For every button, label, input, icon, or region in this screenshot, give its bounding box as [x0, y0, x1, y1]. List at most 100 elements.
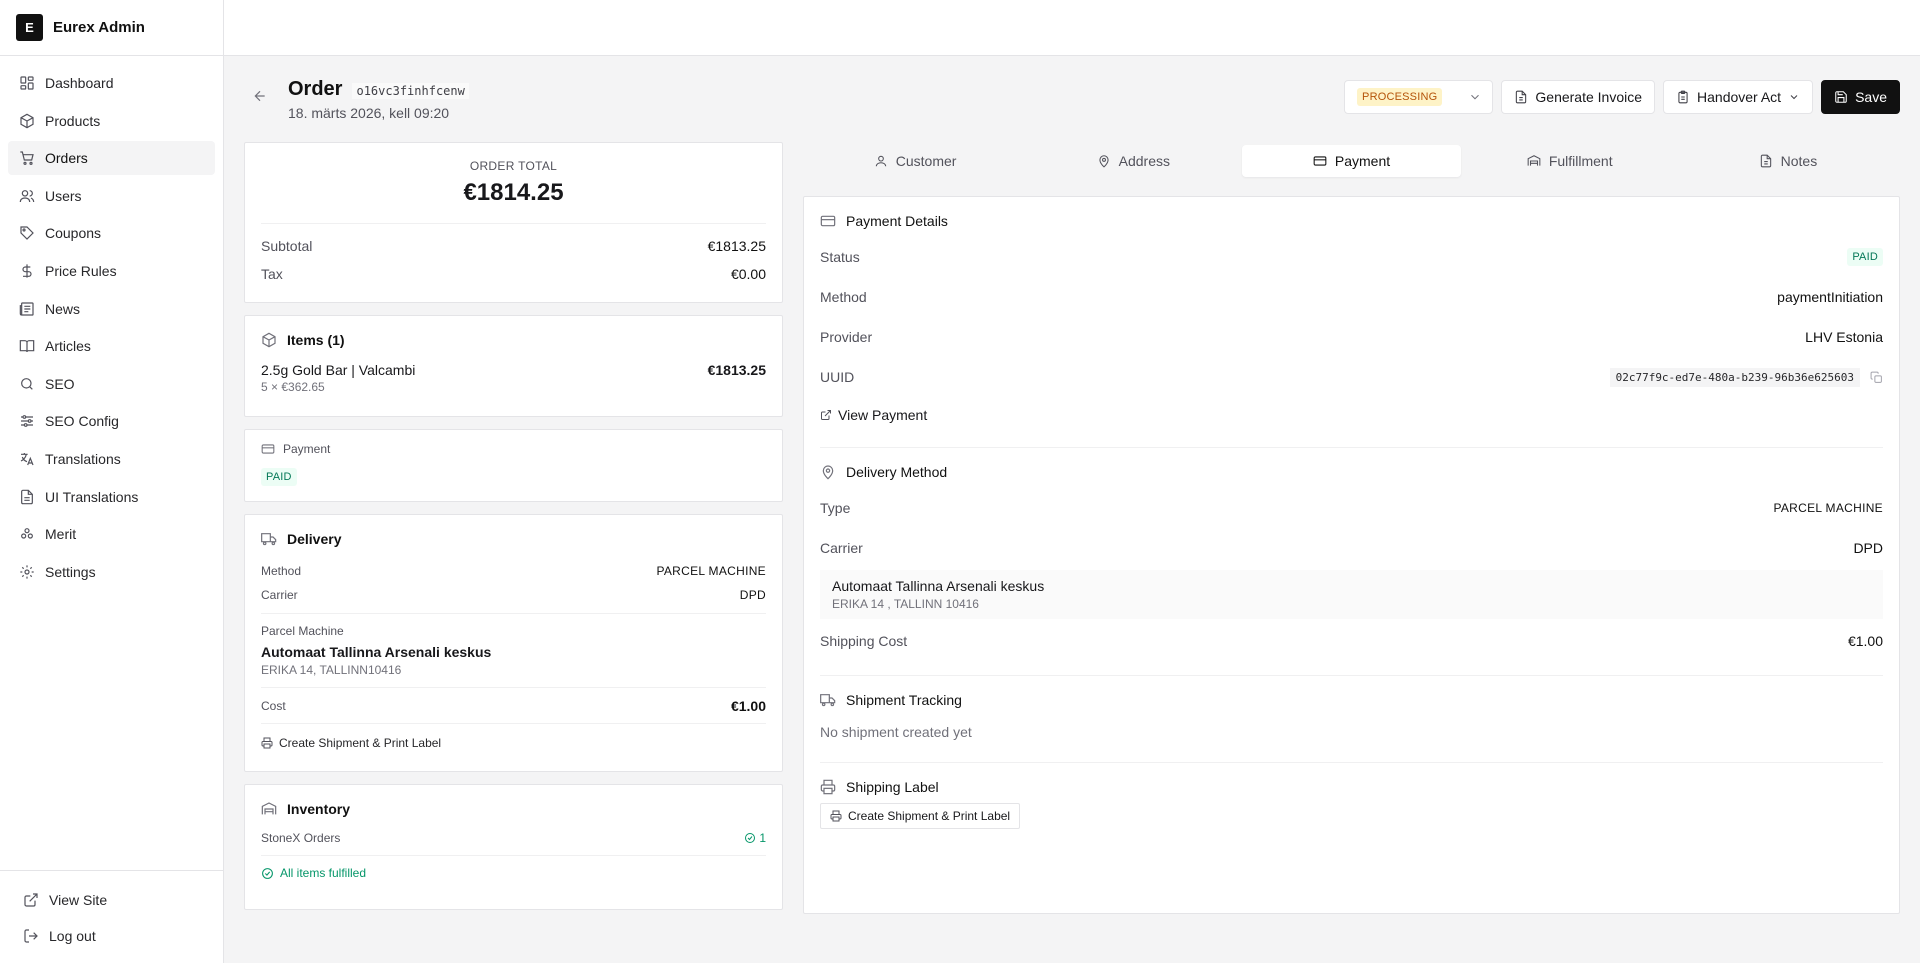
payment-provider-row: Provider LHV Estonia	[820, 317, 1883, 357]
tab-label: Payment	[1334, 153, 1391, 169]
view-payment-link[interactable]: View Payment	[820, 397, 1883, 433]
sidebar-item-seo-config[interactable]: SEO Config	[8, 404, 215, 438]
printer-icon	[830, 810, 842, 822]
tab-payment[interactable]: Payment	[1242, 145, 1461, 177]
users-icon	[19, 188, 35, 204]
main-area: Order o16vc3finhfcenw 18. märts 2026, ke…	[224, 0, 1920, 963]
check-circle-icon	[261, 867, 274, 880]
cart-icon	[19, 150, 35, 166]
sidebar-item-label: Merit	[45, 526, 77, 543]
order-total-value: €1814.25	[261, 179, 766, 224]
file-text-icon	[19, 489, 35, 505]
save-icon	[1834, 90, 1848, 104]
sidebar-footer: View Site Log out	[0, 870, 223, 963]
sidebar-item-products[interactable]: Products	[8, 104, 215, 138]
delivery-card: Delivery Method PARCEL MACHINE Carrier D…	[244, 514, 783, 772]
sliders-icon	[19, 413, 35, 429]
sidebar-item-label: Orders	[45, 150, 88, 167]
sidebar-item-merit[interactable]: Merit	[8, 517, 215, 551]
tax-label: Tax	[261, 266, 283, 282]
sidebar-item-label: Products	[45, 112, 101, 129]
delivery-carrier-value: DPD	[1853, 540, 1883, 556]
copy-icon[interactable]	[1870, 371, 1883, 384]
tab-label: Notes	[1780, 153, 1818, 169]
sidebar-item-settings[interactable]: Settings	[8, 555, 215, 589]
sidebar-item-price-rules[interactable]: Price Rules	[8, 254, 215, 288]
subtotal-row: Subtotal €1813.25	[261, 232, 766, 260]
tab-customer[interactable]: Customer	[806, 145, 1024, 177]
tab-address[interactable]: Address	[1024, 145, 1242, 177]
payment-status-badge: PAID	[261, 468, 297, 486]
create-shipment-label-button[interactable]: Create Shipment & Print Label	[820, 803, 1021, 829]
warehouse-icon	[1527, 154, 1541, 168]
sidebar-item-orders[interactable]: Orders	[8, 141, 215, 176]
sidebar-item-translations[interactable]: Translations	[8, 442, 215, 476]
shipping-label-title: Shipping Label	[846, 779, 939, 795]
sidebar-item-ui-translations[interactable]: UI Translations	[8, 480, 215, 514]
delivery-method-value: PARCEL MACHINE	[656, 564, 766, 578]
delivery-cost-value: €1.00	[730, 697, 766, 714]
brand[interactable]: E Eurex Admin	[0, 0, 223, 56]
save-button[interactable]: Save	[1821, 80, 1900, 114]
items-card: Items (1) 2.5g Gold Bar | Valcambi 5 × €…	[244, 315, 783, 417]
tab-notes[interactable]: Notes	[1679, 145, 1897, 177]
chevron-down-icon	[1788, 91, 1800, 103]
sidebar-item-label: Price Rules	[45, 262, 117, 279]
fulfilled-status: All items fulfilled	[261, 866, 766, 880]
generate-invoice-button[interactable]: Generate Invoice	[1501, 80, 1656, 114]
create-shipment-label: Create Shipment & Print Label	[279, 736, 442, 750]
sidebar: E Eurex Admin Dashboard Products Orders …	[0, 0, 224, 963]
payment-uuid-value: 02c77f9c-ed7e-480a-b239-96b36e625603	[1609, 367, 1860, 387]
sidebar-item-users[interactable]: Users	[8, 179, 215, 213]
view-site-label: View Site	[49, 892, 108, 908]
tax-value: €0.00	[730, 266, 766, 282]
delivery-carrier-row: Carrier DPD	[820, 528, 1883, 568]
user-icon	[874, 154, 888, 168]
sidebar-item-articles[interactable]: Articles	[8, 329, 215, 363]
payment-card-title: Payment	[283, 442, 331, 456]
back-arrow-icon[interactable]	[252, 88, 272, 108]
payment-method-label: Method	[820, 289, 867, 305]
handover-act-label: Handover Act	[1697, 89, 1782, 105]
view-site-link[interactable]: View Site	[8, 883, 215, 917]
delivery-carrier-value: DPD	[739, 588, 766, 602]
status-select[interactable]: PROCESSING	[1344, 80, 1494, 114]
payment-details-title: Payment Details	[846, 213, 948, 229]
sidebar-item-seo[interactable]: SEO	[8, 367, 215, 401]
sidebar-item-news[interactable]: News	[8, 292, 215, 326]
sidebar-item-label: Settings	[45, 563, 96, 580]
handover-act-button[interactable]: Handover Act	[1663, 80, 1814, 114]
payment-status-row: Status PAID	[820, 237, 1883, 277]
tab-fulfillment[interactable]: Fulfillment	[1461, 145, 1679, 177]
view-payment-label: View Payment	[838, 407, 928, 423]
shipping-cost-value: €1.00	[1847, 633, 1883, 649]
status-badge: PROCESSING	[1357, 88, 1443, 106]
sidebar-item-dashboard[interactable]: Dashboard	[8, 66, 215, 100]
tag-icon	[19, 225, 35, 241]
external-link-icon	[23, 892, 39, 908]
item-total: €1813.25	[707, 362, 766, 378]
truck-icon	[261, 531, 277, 547]
delivery-carrier-row: Carrier DPD	[261, 583, 766, 607]
brand-logo: E	[16, 14, 43, 41]
logout-button[interactable]: Log out	[8, 919, 215, 953]
sidebar-item-label: Users	[45, 187, 82, 204]
sidebar-item-label: Coupons	[45, 225, 102, 242]
brand-name: Eurex Admin	[53, 19, 145, 36]
payment-detail-card: Payment Details Status PAID Method payme…	[803, 196, 1900, 914]
delivery-title: Delivery	[287, 531, 342, 547]
create-shipment-button[interactable]: Create Shipment & Print Label	[261, 736, 766, 750]
content: Order o16vc3finhfcenw 18. märts 2026, ke…	[224, 56, 1920, 963]
topbar	[224, 0, 1920, 56]
subtotal-value: €1813.25	[707, 238, 766, 254]
printer-icon	[820, 779, 836, 795]
dashboard-icon	[19, 75, 35, 91]
payment-status-badge: PAID	[1847, 248, 1883, 266]
tab-label: Address	[1118, 153, 1170, 169]
sidebar-item-coupons[interactable]: Coupons	[8, 216, 215, 250]
parcel-machine-address: ERIKA 14, TALLINN10416	[261, 663, 402, 677]
list-item: 2.5g Gold Bar | Valcambi 5 × €362.65 €18…	[261, 362, 766, 394]
tax-row: Tax €0.00	[261, 260, 766, 288]
package-icon	[19, 113, 35, 129]
payment-method-row: Method paymentInitiation	[820, 277, 1883, 317]
